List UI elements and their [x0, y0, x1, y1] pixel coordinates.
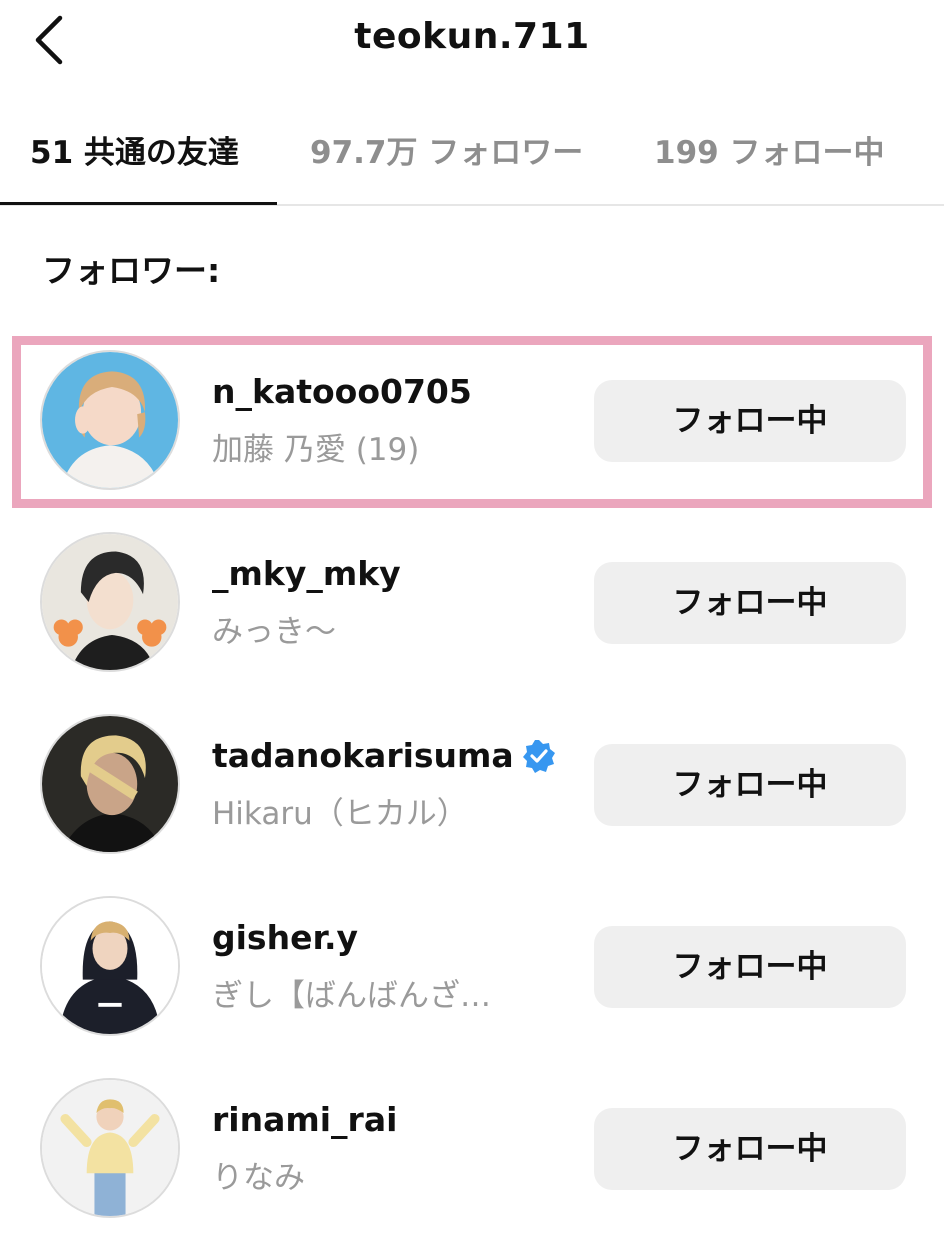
username-text: gisher.y [212, 918, 359, 957]
following-button[interactable]: フォロー中 [594, 744, 906, 826]
user-row: tadanokarisuma Hikaru（ヒカル） フォロー中 [0, 714, 944, 884]
user-row: rinami_rai りなみ フォロー中 [0, 1078, 944, 1248]
avatar[interactable] [40, 532, 180, 672]
avatar-photo [42, 352, 178, 488]
avatar-photo [42, 1080, 178, 1216]
username[interactable]: rinami_rai [212, 1100, 397, 1139]
avatar[interactable] [40, 350, 180, 490]
following-button[interactable]: フォロー中 [594, 1108, 906, 1190]
username-text: n_katooo0705 [212, 372, 472, 411]
avatar[interactable] [40, 1078, 180, 1218]
username[interactable]: _mky_mky [212, 554, 401, 593]
full-name: 加藤 乃愛 (19) [212, 432, 420, 468]
username[interactable]: n_katooo0705 [212, 372, 472, 411]
section-title: フォロワー: [42, 251, 221, 290]
username[interactable]: gisher.y [212, 918, 358, 957]
avatar-photo [42, 716, 178, 852]
avatar[interactable] [40, 714, 180, 854]
username[interactable]: tadanokarisuma [212, 736, 556, 775]
user-row: n_katooo0705 加藤 乃愛 (19) フォロー中 [0, 336, 944, 520]
following-button[interactable]: フォロー中 [594, 380, 906, 462]
avatar-photo [42, 898, 178, 1034]
user-row: _mky_mky みっき〜 フォロー中 [0, 532, 944, 702]
active-tab-indicator [0, 202, 277, 205]
full-name: ぎし【ばんばんざ… [212, 978, 491, 1014]
username-text: rinami_rai [212, 1100, 398, 1139]
avatar-illustration [42, 534, 178, 670]
full-name: Hikaru（ヒカル） [212, 796, 468, 832]
username-text: tadanokarisuma [212, 736, 514, 775]
header-bar: teokun.711 [0, 0, 944, 86]
tab-followers[interactable]: 97.7万 フォロワー [310, 128, 583, 188]
user-row: gisher.y ぎし【ばんばんざ… フォロー中 [0, 896, 944, 1066]
full-name: みっき〜 [212, 614, 336, 650]
full-name: りなみ [212, 1160, 305, 1196]
page-title: teokun.711 [354, 16, 590, 57]
following-button[interactable]: フォロー中 [594, 562, 906, 644]
tab-following[interactable]: 199 フォロー中 [654, 128, 885, 188]
verified-badge-icon [522, 739, 556, 773]
tab-bar: 51 共通の友達 97.7万 フォロワー 199 フォロー中 [0, 110, 944, 206]
avatar[interactable] [40, 896, 180, 1036]
following-button[interactable]: フォロー中 [594, 926, 906, 1008]
tab-mutual-friends[interactable]: 51 共通の友達 [30, 128, 239, 188]
username-text: _mky_mky [212, 554, 401, 593]
